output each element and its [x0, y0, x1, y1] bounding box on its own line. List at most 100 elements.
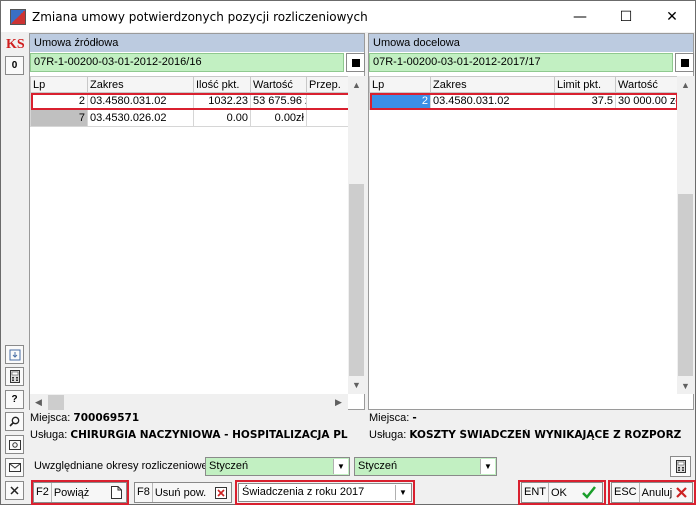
col-wartosc[interactable]: Wartość — [615, 76, 679, 93]
row-ilosc: 0.00 — [193, 109, 251, 127]
period-to-select[interactable]: Styczeń ▼ — [354, 457, 497, 476]
ks-logo: KS — [6, 37, 25, 52]
year-select[interactable]: Świadczenia z roku 2017 ▼ — [238, 483, 412, 502]
minimize-button[interactable]: — — [557, 1, 603, 32]
mail-icon[interactable] — [5, 458, 24, 477]
cancel-button[interactable]: ESC Anuluj — [611, 482, 693, 503]
row-lp: 2 — [30, 92, 88, 110]
cancel-key: ESC — [612, 483, 640, 502]
row-lp: 7 — [30, 109, 88, 127]
left-toolbar: KS 0 ? — [4, 35, 26, 505]
scroll-up-arrow[interactable]: ▲ — [348, 76, 365, 93]
scroll-down-arrow[interactable]: ▼ — [677, 377, 694, 394]
cancel-x-icon — [676, 487, 687, 498]
window-title: Zmiana umowy potwierdzonych pozycji rozl… — [32, 9, 368, 24]
col-wartosc[interactable]: Wartość — [250, 76, 307, 93]
close-button[interactable]: ✕ — [649, 1, 695, 32]
chevron-down-icon[interactable]: ▼ — [480, 459, 495, 474]
col-lp[interactable]: Lp — [30, 76, 88, 93]
col-zakres[interactable]: Zakres — [87, 76, 194, 93]
import-icon[interactable] — [5, 345, 24, 364]
usluga-label: Usługa: — [369, 429, 407, 441]
row-wartosc: 53 675.96 zł — [250, 92, 307, 110]
remove-key: F8 — [135, 483, 153, 502]
source-table: Lp Zakres Ilość pkt. Wartość Przep. 2 03… — [30, 76, 349, 127]
calculator-icon[interactable] — [670, 456, 691, 477]
chevron-down-icon[interactable]: ▼ — [395, 485, 410, 500]
col-zakres[interactable]: Zakres — [430, 76, 555, 93]
zero-button[interactable]: 0 — [5, 56, 24, 75]
target-vertical-scrollbar[interactable]: ▲ ▼ — [677, 76, 694, 394]
help-button[interactable]: ? — [5, 390, 24, 409]
miejsca-value: - — [412, 412, 417, 424]
scroll-down-arrow[interactable]: ▼ — [348, 376, 365, 393]
table-row[interactable]: 7 03.4530.026.02 0.00 0.00zł — [30, 109, 349, 127]
source-vscroll-thumb[interactable] — [349, 184, 364, 376]
remove-link-button[interactable]: F8 Usuń pow. — [134, 482, 232, 503]
dialog-window: Zmiana umowy potwierdzonych pozycji rozl… — [0, 0, 696, 505]
col-ilosc[interactable]: Ilość pkt. — [193, 76, 251, 93]
table-row[interactable]: 2 03.4580.031.02 1032.23 53 675.96 zł — [30, 92, 349, 110]
source-hscroll-thumb[interactable] — [48, 395, 64, 410]
row-ilosc: 1032.23 — [193, 92, 251, 110]
usluga-value: CHIRURGIA NACZYNIOWA - HOSPITALIZACJA PL — [70, 429, 348, 441]
search-icon[interactable] — [5, 412, 24, 431]
row-wartosc: 0.00zł — [250, 109, 307, 127]
close-x-icon[interactable] — [5, 481, 24, 500]
year-select-value: Świadczenia z roku 2017 — [242, 486, 365, 498]
target-vscroll-thumb[interactable] — [678, 194, 693, 376]
maximize-button[interactable]: ☐ — [603, 1, 649, 32]
remove-label: Usuń pow. — [154, 486, 207, 499]
document-icon — [111, 486, 122, 499]
row-zakres: 03.4580.031.02 — [430, 92, 555, 110]
target-select-button[interactable] — [675, 53, 694, 72]
row-przep — [306, 92, 349, 110]
target-contract-field[interactable]: 07R-1-00200-03-01-2012-2017/17 — [369, 53, 673, 72]
ok-label: OK — [551, 486, 567, 499]
cancel-label: Anuluj — [641, 486, 673, 499]
col-lp[interactable]: Lp — [369, 76, 431, 93]
periods-label: Uwzględniane okresy rozliczeniowe: — [34, 460, 211, 472]
table-row[interactable]: 2 03.4580.031.02 37.5 30 000.00 zł — [369, 92, 679, 110]
link-key: F2 — [34, 483, 52, 502]
row-wartosc: 30 000.00 zł — [615, 92, 679, 110]
preview-icon[interactable] — [5, 435, 24, 454]
row-limit: 37.5 — [554, 92, 616, 110]
usluga-label: Usługa: — [30, 429, 68, 441]
source-panel-header: Umowa źródłowa — [30, 34, 364, 52]
link-button[interactable]: F2 Powiąż — [33, 482, 127, 503]
target-panel-header: Umowa docelowa — [369, 34, 693, 52]
usluga-value: KOSZTY ŚWIADCZEŃ WYNIKAJĄCE Z ROZPORZ — [409, 429, 682, 441]
link-label: Powiąż — [53, 486, 90, 499]
target-miejsca-line: Miejsca: - — [369, 412, 693, 424]
source-horizontal-scrollbar[interactable]: ◀ ▶ — [30, 394, 348, 411]
row-zakres: 03.4530.026.02 — [87, 109, 194, 127]
scroll-right-arrow[interactable]: ▶ — [330, 394, 347, 411]
target-contract-panel: Umowa docelowa 07R-1-00200-03-01-2012-20… — [368, 33, 694, 410]
delete-icon — [215, 487, 227, 499]
source-vertical-scrollbar[interactable]: ▲ ▼ — [348, 76, 365, 394]
period-from-value: Styczeń — [209, 460, 249, 472]
scroll-left-arrow[interactable]: ◀ — [30, 394, 47, 411]
checkmark-icon — [582, 486, 596, 499]
target-usluga-line: Usługa: KOSZTY ŚWIADCZEŃ WYNIKAJĄCE Z RO… — [369, 429, 693, 441]
col-limit[interactable]: Limit pkt. — [554, 76, 616, 93]
ok-button[interactable]: ENT OK — [521, 482, 603, 503]
source-contract-panel: Umowa źródłowa 07R-1-00200-03-01-2012-20… — [29, 33, 365, 411]
ok-key: ENT — [522, 483, 549, 502]
col-przep[interactable]: Przep. — [306, 76, 349, 93]
period-from-select[interactable]: Styczeń ▼ — [205, 457, 350, 476]
chevron-down-icon[interactable]: ▼ — [333, 459, 348, 474]
source-contract-field[interactable]: 07R-1-00200-03-01-2012-2016/16 — [30, 53, 344, 72]
source-usluga-line: Usługa: CHIRURGIA NACZYNIOWA - HOSPITALI… — [30, 429, 365, 441]
scroll-up-arrow[interactable]: ▲ — [677, 76, 694, 93]
miejsca-label: Miejsca: — [369, 412, 410, 424]
title-bar: Zmiana umowy potwierdzonych pozycji rozl… — [1, 1, 695, 32]
row-przep — [306, 109, 349, 127]
source-miejsca-line: Miejsca: 700069571 — [30, 412, 365, 424]
row-lp: 2 — [369, 92, 431, 110]
calculator-icon[interactable] — [5, 367, 24, 386]
app-icon — [10, 8, 26, 25]
source-select-button[interactable] — [346, 53, 365, 72]
row-zakres: 03.4580.031.02 — [87, 92, 194, 110]
